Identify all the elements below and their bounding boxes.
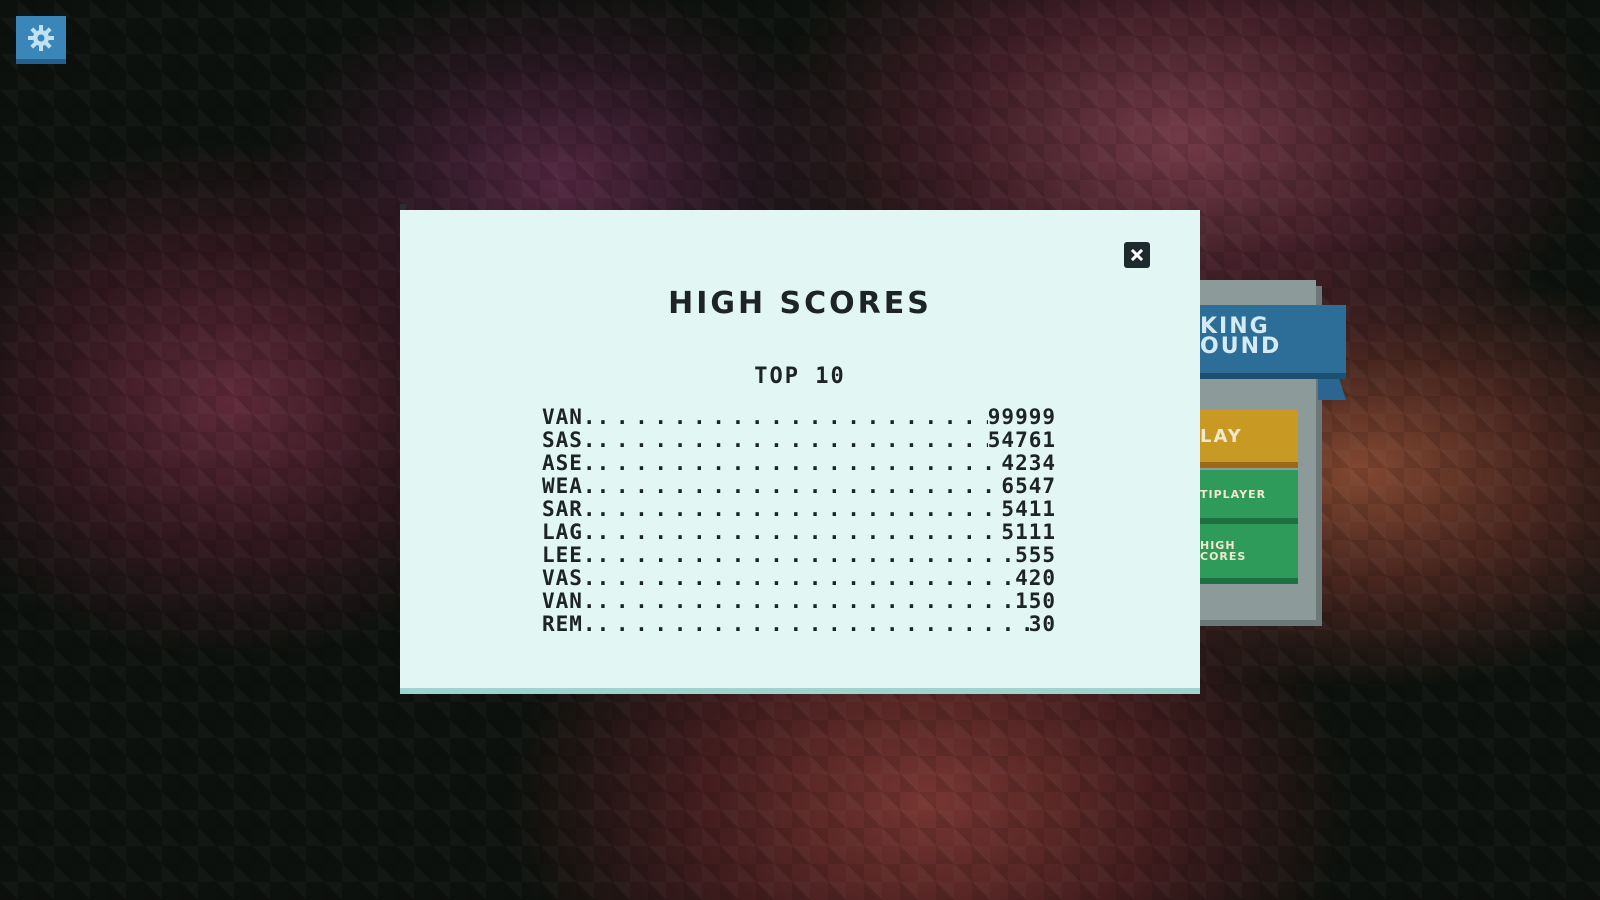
- score-value: 150: [1015, 589, 1056, 613]
- scores-subtitle: TOP 10: [754, 364, 846, 389]
- score-row: LAG. 5111: [542, 521, 1056, 544]
- score-dot-leader: [597, 521, 1002, 544]
- gear-icon: [28, 24, 54, 51]
- score-name: LAG.: [542, 520, 597, 544]
- score-row: SAS. 54761: [542, 429, 1056, 452]
- score-dot-leader: [597, 498, 1002, 521]
- close-button[interactable]: [1124, 242, 1150, 268]
- score-name: WEA.: [542, 474, 597, 498]
- score-row: VAN. 150: [542, 590, 1056, 613]
- score-value: 54761: [987, 428, 1056, 452]
- score-row: WEA. 6547: [542, 475, 1056, 498]
- score-name: VAN.: [542, 405, 597, 429]
- play-button-label: LAY: [1200, 425, 1243, 447]
- high-scores-dialog: HIGH SCORES TOP 10 VAN.99999SAS.54761ASE…: [400, 204, 1200, 688]
- scores-list: VAN. 99999 SAS. 54761 ASE. 4234 WEA. 6547 SAR. 54…: [542, 406, 1056, 636]
- score-dot-leader: [597, 544, 1015, 567]
- high-scores-button-label-2: CORES: [1200, 550, 1247, 563]
- score-dot-leader: [597, 452, 1002, 475]
- score-value: 6547: [1001, 474, 1056, 498]
- score-value: 5411: [1001, 497, 1056, 521]
- multiplayer-button-label: TIPLAYER: [1200, 487, 1267, 501]
- score-dot-leader: [597, 406, 988, 429]
- score-dot-leader: [597, 590, 1015, 613]
- score-name: REM.: [542, 612, 597, 636]
- logo-line-2: OUND: [1200, 334, 1282, 359]
- score-value: 5111: [1001, 520, 1056, 544]
- score-dot-leader: [597, 429, 988, 452]
- settings-button[interactable]: [16, 16, 66, 64]
- close-icon: [1131, 249, 1143, 261]
- score-name: VAN.: [542, 589, 597, 613]
- score-dot-leader: [597, 613, 1029, 636]
- score-name: LEE.: [542, 543, 597, 567]
- score-row: LEE. 555: [542, 544, 1056, 567]
- score-row: ASE. 4234: [542, 452, 1056, 475]
- score-row: SAR. 5411: [542, 498, 1056, 521]
- score-name: ASE.: [542, 451, 597, 475]
- score-value: 4234: [1001, 451, 1056, 475]
- score-row: VAS. 420: [542, 567, 1056, 590]
- score-row: VAN. 99999: [542, 406, 1056, 429]
- score-value: 99999: [987, 405, 1056, 429]
- score-name: SAS.: [542, 428, 597, 452]
- score-name: VAS.: [542, 566, 597, 590]
- dialog-title: HIGH SCORES: [668, 286, 932, 321]
- score-value: 555: [1015, 543, 1056, 567]
- score-row: REM. 30: [542, 613, 1056, 636]
- game-screen: KING OUND LAY TIPLAYER HIGH CORES HIGH S…: [0, 0, 1600, 900]
- score-dot-leader: [597, 567, 1015, 590]
- score-value: 420: [1015, 566, 1056, 590]
- score-name: SAR.: [542, 497, 597, 521]
- score-dot-leader: [597, 475, 1002, 498]
- score-value: 30: [1028, 612, 1056, 636]
